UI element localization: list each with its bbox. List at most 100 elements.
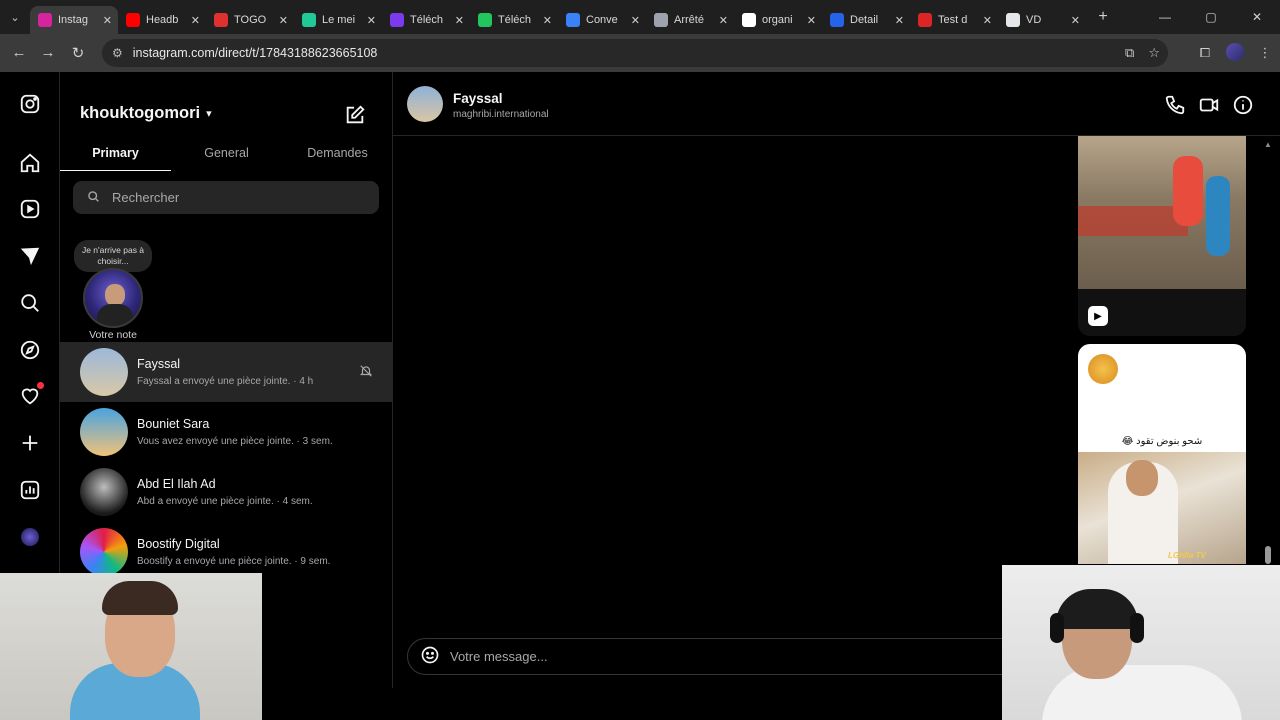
contact-name[interactable]: Fayssal — [453, 91, 503, 106]
tab-requests[interactable]: Demandes — [282, 142, 393, 172]
post-caption: شحو بنوض تقود 😂 — [1121, 436, 1203, 447]
profile-avatar[interactable] — [1220, 42, 1250, 64]
browser-tab[interactable]: Conve ✕ — [558, 6, 646, 34]
minimize-icon[interactable]: — — [1142, 0, 1188, 34]
browser-tab[interactable]: Le mei ✕ — [294, 6, 382, 34]
tab-favicon-icon — [830, 13, 844, 27]
close-tab-icon[interactable]: ✕ — [279, 14, 288, 27]
conversation-row[interactable]: Fayssal Fayssal a envoyé une pièce jointe… — [60, 342, 393, 402]
account-switcher[interactable]: khouktogomori ▾ — [80, 104, 212, 123]
reels-icon[interactable] — [18, 197, 42, 221]
close-tab-icon[interactable]: ✕ — [103, 14, 112, 27]
browser-tab[interactable]: Headb ✕ — [118, 6, 206, 34]
conversation-name: Abd El Ilah Ad — [137, 477, 216, 491]
info-icon[interactable] — [1232, 94, 1254, 121]
close-tab-icon[interactable]: ✕ — [1071, 14, 1080, 27]
thread-scrollbar[interactable]: ▲ — [1264, 136, 1272, 566]
browser-tab[interactable]: Téléch ✕ — [470, 6, 558, 34]
search-icon[interactable] — [18, 291, 42, 315]
tab-general[interactable]: General — [171, 142, 282, 172]
home-icon[interactable] — [18, 151, 42, 175]
instagram-logo-icon[interactable] — [18, 92, 42, 116]
extensions-icon[interactable]: ⧠ — [1190, 45, 1220, 61]
conversation-row[interactable]: Bouniet Sara Vous avez envoyé une pièce j… — [60, 402, 393, 462]
chevron-down-icon: ▾ — [206, 108, 212, 120]
new-message-icon[interactable] — [344, 104, 366, 126]
tab-label: Téléch — [410, 14, 444, 26]
new-tab-button[interactable]: + — [1090, 8, 1116, 26]
search-placeholder: Rechercher — [112, 190, 180, 205]
search-icon — [87, 190, 100, 206]
video-call-icon[interactable] — [1198, 94, 1220, 121]
browser-tab[interactable]: VD ✕ — [998, 6, 1086, 34]
install-app-icon[interactable]: ⧉ — [1125, 45, 1134, 61]
browser-tab[interactable]: Instag ✕ — [30, 6, 118, 34]
window-controls: — ▢ ✕ — [1142, 0, 1280, 34]
close-window-icon[interactable]: ✕ — [1234, 0, 1280, 34]
message-placeholder: Votre message... — [450, 649, 548, 664]
shared-reel-attachment[interactable]: ▶ — [1078, 136, 1246, 336]
close-tab-icon[interactable]: ✕ — [543, 14, 552, 27]
conversation-preview: Abd a envoyé une pièce jointe. · 4 sem. — [137, 496, 313, 507]
post-thumbnail — [1078, 452, 1246, 564]
browser-tab[interactable]: Arrêté ✕ — [646, 6, 734, 34]
create-plus-icon[interactable] — [18, 431, 42, 455]
tab-label: Conve — [586, 14, 618, 26]
browser-tab[interactable]: Test d ✕ — [910, 6, 998, 34]
contact-avatar[interactable] — [407, 86, 443, 122]
webcam-overlay-right — [1002, 565, 1280, 720]
close-tab-icon[interactable]: ✕ — [895, 14, 904, 27]
explore-compass-icon[interactable] — [18, 338, 42, 362]
tab-favicon-icon — [742, 13, 756, 27]
forward-arrow-icon[interactable]: → — [33, 44, 63, 61]
close-tab-icon[interactable]: ✕ — [983, 14, 992, 27]
inbox-tabs: Primary General Demandes — [60, 142, 393, 172]
close-tab-icon[interactable]: ✕ — [191, 14, 200, 27]
conversation-name: Bouniet Sara — [137, 417, 210, 431]
tab-label: TOGO — [234, 14, 267, 26]
address-bar[interactable]: ⚙ instagram.com/direct/t/178431886236651… — [102, 39, 1168, 67]
profile-avatar-icon[interactable] — [18, 525, 42, 549]
browser-menu-icon[interactable]: ⋮ — [1250, 45, 1280, 61]
browser-tab[interactable]: organi ✕ — [734, 6, 822, 34]
site-settings-icon[interactable]: ⚙ — [112, 46, 123, 60]
conversation-row[interactable]: Abd El Ilah Ad Abd a envoyé une pièce joi… — [60, 462, 393, 522]
account-name: khouktogomori — [80, 104, 201, 122]
dashboard-icon[interactable] — [18, 478, 42, 502]
close-tab-icon[interactable]: ✕ — [719, 14, 728, 27]
reload-icon[interactable]: ↻ — [63, 44, 93, 62]
emoji-icon[interactable] — [420, 645, 440, 668]
phone-call-icon[interactable] — [1164, 94, 1186, 121]
tab-label: Detail — [850, 14, 879, 26]
note-avatar[interactable] — [83, 268, 143, 328]
close-tab-icon[interactable]: ✕ — [631, 14, 640, 27]
note-label: Votre note — [89, 329, 137, 341]
back-arrow-icon[interactable]: ← — [4, 44, 34, 61]
active-tab-indicator — [60, 170, 171, 171]
maximize-icon[interactable]: ▢ — [1188, 0, 1234, 34]
tab-label: VD — [1026, 14, 1042, 26]
browser-tab[interactable]: TOGO ✕ — [206, 6, 294, 34]
tab-label: Le mei — [322, 14, 356, 26]
black-strip — [262, 688, 1002, 720]
messages-icon[interactable] — [18, 244, 42, 268]
shared-post-attachment[interactable]: شحو بنوض تقود 😂 LGhfla TV — [1078, 344, 1246, 564]
tab-search-chevron-icon[interactable]: ⌄ — [0, 0, 30, 34]
tab-favicon-icon — [566, 13, 580, 27]
tab-primary[interactable]: Primary — [60, 142, 171, 172]
tab-label: Test d — [938, 14, 968, 26]
search-input[interactable]: Rechercher — [73, 181, 379, 214]
play-reel-icon[interactable]: ▶ — [1088, 306, 1108, 326]
notifications-heart-icon[interactable] — [18, 382, 44, 408]
close-tab-icon[interactable]: ✕ — [807, 14, 816, 27]
conversation-preview: Fayssal a envoyé une pièce jointe. · 4 h — [137, 376, 314, 387]
close-tab-icon[interactable]: ✕ — [455, 14, 464, 27]
thread-header: Fayssal maghribi.international — [393, 72, 1280, 136]
bookmark-star-icon[interactable]: ☆ — [1148, 45, 1160, 61]
tab-label: Arrêté — [674, 14, 704, 26]
tab-favicon-icon — [390, 13, 404, 27]
close-tab-icon[interactable]: ✕ — [367, 14, 376, 27]
browser-tab[interactable]: Téléch ✕ — [382, 6, 470, 34]
browser-tab-strip: ⌄ Instag ✕ Headb ✕ TOGO ✕ Le mei ✕ Téléch ✕ Téléch… — [0, 0, 1280, 34]
browser-tab[interactable]: Detail ✕ — [822, 6, 910, 34]
